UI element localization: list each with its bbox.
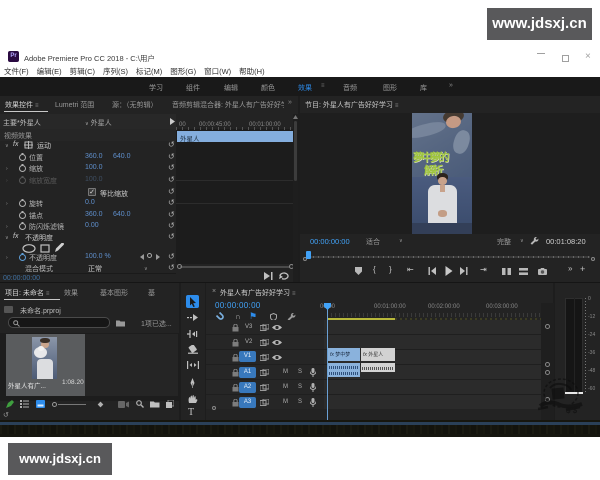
svg-text:$ $: $ $ [566, 406, 578, 415]
